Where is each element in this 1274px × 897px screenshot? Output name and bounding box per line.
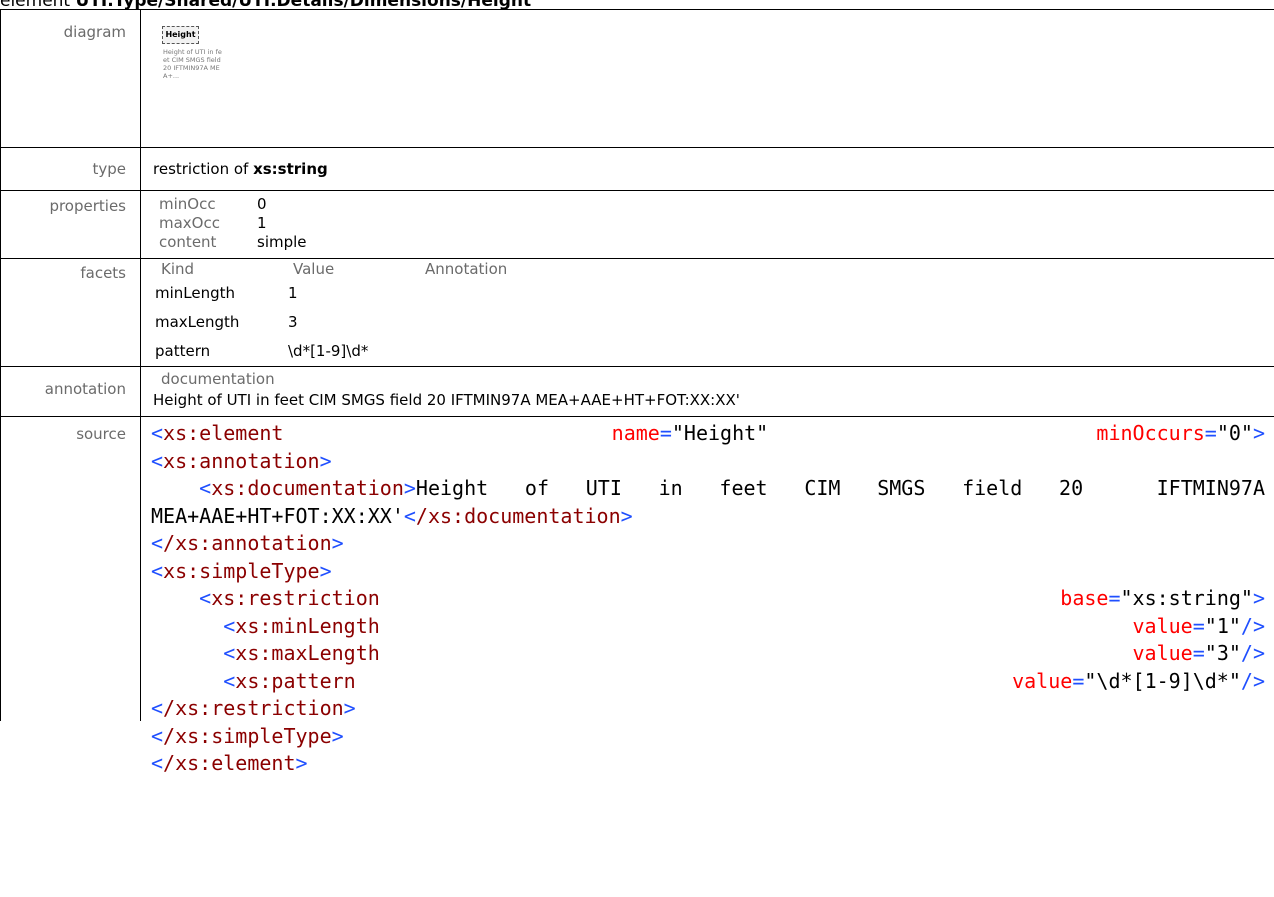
annotation-label: annotation [1, 367, 141, 416]
source-line: </xs:annotation > [151, 530, 1265, 558]
source-row: source <xs:element name="Height" minOccu… [1, 417, 1274, 775]
type-cell: restriction of xs:string [141, 148, 1274, 190]
source-line: <xs:element name="Height" minOccurs="0"> [151, 421, 1266, 445]
property-row: minOcc 0 [153, 195, 1274, 214]
source-line: <xs:restriction base="xs:string"> [199, 586, 1265, 610]
xml-attr: minOccurs [1096, 421, 1205, 445]
xml-tag: xs:pattern [235, 668, 356, 693]
property-value: 1 [257, 214, 267, 232]
facets-header-annotation: Annotation [425, 260, 508, 278]
facet-kind: pattern [155, 342, 211, 360]
xml-tag: /xs:element [163, 751, 296, 775]
type-label: type [1, 148, 141, 190]
source-line: < xs:annotation > [151, 448, 1265, 476]
diagram-doc-preview: Height of UTI in feet CIM SMGS field 20 … [163, 48, 222, 80]
source-line: < xs:simpleType > [151, 558, 1265, 586]
facets-cell: Kind Value Annotation minLength 1 maxLen… [141, 259, 1274, 366]
xml-text: Height of UTI in feet CIM SMGS field 20 … [415, 476, 1265, 500]
facets-header: Kind Value Annotation [153, 259, 1274, 279]
facet-value: \d*[1-9]\d* [288, 342, 369, 360]
property-value: 0 [257, 195, 267, 213]
xml-tag: /xs:annotation [163, 531, 332, 555]
properties-cell: minOcc 0 maxOcc 1 content simple [141, 191, 1274, 258]
xml-tag: xs:minLength [235, 613, 380, 638]
type-base-link[interactable]: xs:string [253, 160, 328, 178]
property-key: content [159, 233, 217, 251]
type-row: type restriction of xs:string [1, 148, 1274, 191]
properties-label: properties [1, 191, 141, 258]
xml-value: "1" [1204, 613, 1241, 638]
source-line: </xs:element > [151, 750, 1265, 778]
xml-value: "0" [1216, 421, 1253, 445]
xml-value: "3" [1204, 641, 1241, 665]
xml-value: "xs:string" [1120, 586, 1253, 610]
source-line: </xs:simpleType > [151, 723, 1265, 751]
xml-attr: value [1012, 668, 1073, 693]
facet-value: 1 [288, 284, 298, 302]
source-line: <xs:minLength value="1"/> [223, 613, 1265, 638]
element-diagram-box[interactable]: Height [162, 26, 199, 44]
facet-row: pattern \d*[1-9]\d* [153, 337, 1274, 366]
xml-tag: xs:element [163, 421, 284, 445]
xml-tag: /xs:simpleType [163, 723, 332, 748]
xml-tag: /xs:restriction [163, 696, 344, 720]
documentation-text: Height of UTI in feet CIM SMGS field 20 … [153, 391, 740, 409]
xml-value: "Height" [671, 421, 769, 445]
diagram-row: diagram Height Height of UTI in feet CIM… [1, 10, 1274, 148]
source-label: source [1, 417, 141, 721]
properties-row: properties minOcc 0 maxOcc 1 content sim… [1, 191, 1274, 259]
xml-tag: xs:annotation [163, 448, 320, 473]
xml-tag: xs:documentation [211, 476, 404, 500]
xml-value: "\d*[1-9]\d*" [1084, 668, 1241, 693]
xml-tag: xs:simpleType [163, 558, 320, 583]
facets-label: facets [1, 259, 141, 366]
source-line: <xs:pattern value="\d*[1-9]\d*"/> [223, 668, 1265, 693]
facets-header-kind: Kind [161, 260, 195, 278]
xml-tag: xs:restriction [211, 586, 380, 610]
annotation-cell: documentation Height of UTI in feet CIM … [141, 367, 1274, 416]
property-value: simple [257, 233, 307, 251]
facet-value: 3 [288, 313, 298, 331]
xml-attr: base [1060, 586, 1109, 610]
annotation-row: annotation documentation Height of UTI i… [1, 367, 1274, 417]
type-prefix: restriction of [153, 160, 254, 178]
facet-kind: maxLength [155, 313, 240, 331]
xml-attr: value [1132, 641, 1193, 665]
diagram-cell: Height Height of UTI in feet CIM SMGS fi… [141, 10, 1274, 147]
xml-text: MEA+AAE+HT+FOT:XX:XX' [151, 503, 404, 528]
source-line: </xs:restriction > [151, 695, 1265, 723]
facet-row: minLength 1 [153, 279, 1274, 308]
source-line: <xs:documentation> Height of UTI in feet … [151, 475, 1265, 503]
diagram-label: diagram [1, 10, 141, 147]
source-line: <xs:maxLength value="3"/> [223, 641, 1265, 665]
property-key: maxOcc [159, 214, 220, 232]
xml-tag: /xs:documentation [415, 503, 621, 528]
facet-row: maxLength 3 [153, 308, 1274, 337]
facet-kind: minLength [155, 284, 236, 302]
property-row: maxOcc 1 [153, 214, 1274, 233]
documentation-label: documentation [161, 370, 275, 388]
property-row: content simple [153, 233, 1274, 252]
property-key: minOcc [159, 195, 216, 213]
source-code: <xs:element name="Height" minOccurs="0">… [141, 417, 1274, 775]
facets-header-value: Value [293, 260, 335, 278]
source-line: MEA+AAE+HT+FOT:XX:XX' </xs:documentation > [151, 503, 1265, 531]
xml-attr: name [611, 421, 660, 445]
xml-attr: value [1132, 613, 1193, 638]
schema-table: diagram Height Height of UTI in feet CIM… [0, 9, 1274, 775]
xml-tag: xs:maxLength [235, 641, 380, 665]
facets-row: facets Kind Value Annotation minLength 1… [1, 259, 1274, 367]
